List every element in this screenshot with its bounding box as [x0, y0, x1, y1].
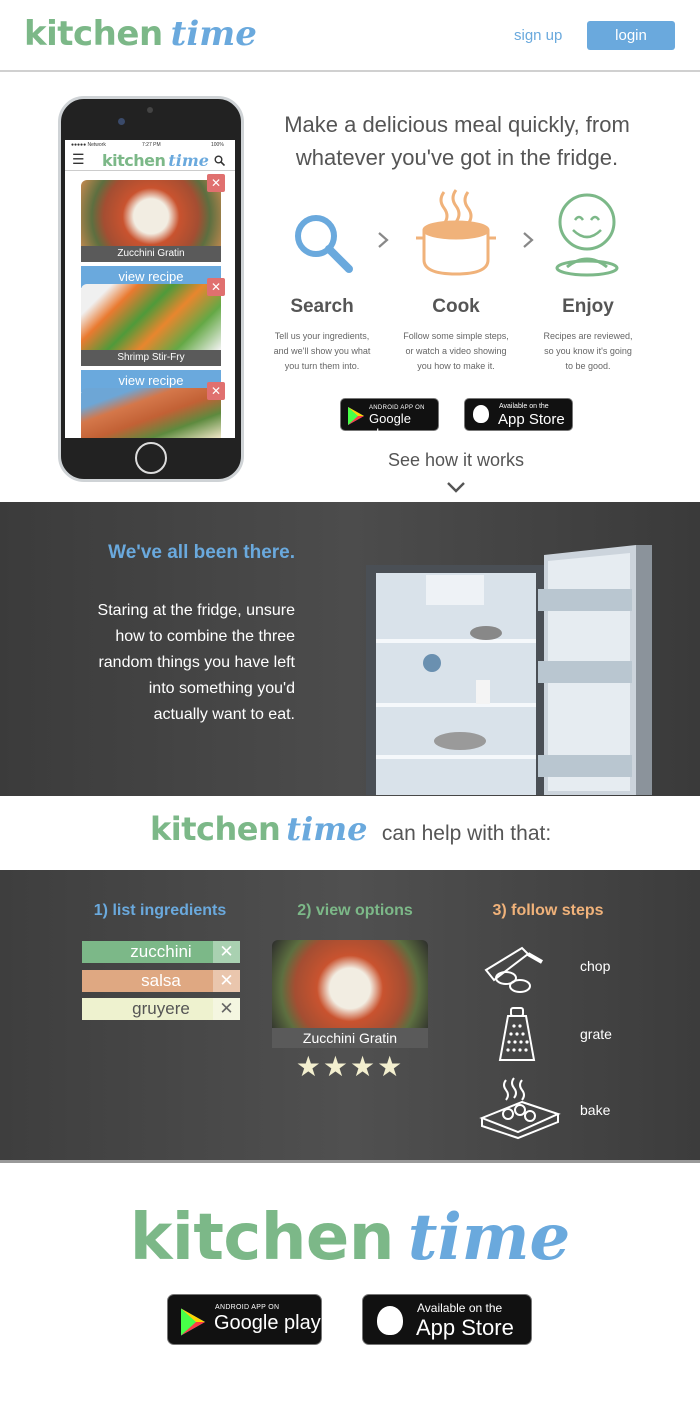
search-icon[interactable]	[214, 153, 226, 167]
step-label-grate: grate	[580, 1026, 612, 1042]
ingredient-tag: zucchini ✕	[82, 941, 240, 963]
recipe-card[interactable]: Shrimp Stir-Fry view recipe ✕	[81, 278, 225, 392]
hero-headline: Make a delicious meal quickly, from what…	[284, 112, 630, 170]
header-logo[interactable]: kitchen time	[24, 14, 257, 54]
search-icon	[295, 215, 353, 273]
fridge-heading: We've all been there.	[108, 542, 295, 563]
feature-title-ingredients: 1) list ingredients	[93, 902, 227, 919]
menu-icon[interactable]: ☰	[72, 151, 85, 168]
recipe-name: Shrimp Stir-Fry	[81, 350, 221, 366]
step-title-search: Search	[290, 296, 354, 317]
remove-recipe-button[interactable]: ✕	[207, 174, 225, 192]
phone-camera	[118, 118, 125, 125]
see-how-link[interactable]: See how it works	[356, 450, 556, 471]
app-store-badge[interactable]: Available on the App Store	[362, 1294, 532, 1345]
recipe-card[interactable]: ✕	[81, 382, 225, 438]
smiley-icon	[555, 193, 619, 277]
grater-icon	[498, 1007, 536, 1061]
option-name: Zucchini Gratin	[272, 1028, 428, 1048]
option-card[interactable]: Zucchini Gratin	[272, 940, 428, 1048]
google-play-badge[interactable]: ANDROID APP ON Google play	[340, 398, 439, 441]
phone-screen: ●●●●● Network 7:27 PM 100% ☰ kitchen time…	[65, 140, 235, 438]
open-fridge-image	[366, 545, 652, 795]
ingredient-tag: salsa ✕	[82, 970, 240, 992]
step-label-chop: chop	[580, 958, 611, 974]
recipe-image-salmon	[81, 388, 221, 438]
app-store-badge[interactable]: Available on the App Store	[464, 398, 573, 431]
recipe-card[interactable]: Zucchini Gratin view recipe ✕	[81, 174, 225, 288]
pot-icon	[416, 189, 496, 276]
recipe-image-gratin	[81, 180, 221, 246]
baking-dish-icon	[479, 1077, 561, 1140]
step-desc-enjoy: Recipes are reviewed, so you know it's go…	[543, 331, 633, 371]
remove-ingredient-button[interactable]: ✕	[213, 941, 240, 963]
knife-icon	[484, 946, 543, 993]
remove-recipe-button[interactable]: ✕	[207, 278, 225, 296]
chevron-right-icon	[523, 232, 534, 248]
chevron-right-icon	[378, 232, 389, 248]
remove-ingredient-button[interactable]: ✕	[213, 998, 240, 1020]
phone-app-bar: ☰ kitchen time	[65, 150, 235, 171]
remove-recipe-button[interactable]: ✕	[207, 382, 225, 400]
phone-status-bar: ●●●●● Network 7:27 PM 100%	[71, 142, 224, 148]
step-label-bake: bake	[580, 1102, 611, 1118]
login-button[interactable]: login	[587, 21, 675, 50]
step-title-cook: Cook	[432, 296, 480, 317]
phone-speaker	[147, 107, 153, 113]
step-desc-search: Tell us your ingredients, and we'll show …	[273, 331, 371, 371]
help-tagline: kitchen time can help with that:	[150, 810, 552, 848]
step-desc-cook: Follow some simple steps, or watch a vide…	[403, 331, 509, 371]
fridge-text: Staring at the fridge, unsure how to com…	[97, 602, 295, 723]
step-title-enjoy: Enjoy	[562, 296, 614, 317]
phone-app-logo: kitchen time	[102, 151, 209, 170]
apple-icon	[377, 1306, 403, 1335]
recipe-name: Zucchini Gratin	[81, 246, 221, 262]
footer-logo: kitchen time	[129, 1200, 571, 1275]
chevron-down-icon[interactable]	[446, 481, 466, 493]
google-play-badge[interactable]: ANDROID APP ON Google play	[167, 1294, 322, 1345]
signup-link[interactable]: sign up	[514, 27, 562, 44]
remove-ingredient-button[interactable]: ✕	[213, 970, 240, 992]
feature-title-options: 2) view options	[297, 902, 413, 919]
feature-title-steps: 3) follow steps	[492, 902, 604, 919]
phone-home-button	[135, 442, 167, 474]
google-play-icon	[181, 1308, 205, 1336]
option-image-gratin	[272, 940, 428, 1028]
apple-icon	[473, 405, 489, 423]
rating-stars: ★★★★	[295, 1051, 405, 1082]
ingredient-tag: gruyere ✕	[82, 998, 240, 1020]
recipe-image-stirfry	[81, 284, 221, 350]
google-play-icon	[348, 407, 364, 425]
